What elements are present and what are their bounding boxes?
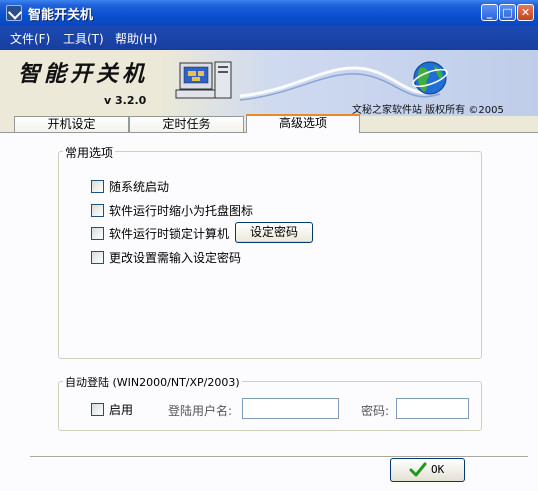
checkbox[interactable] (91, 203, 104, 217)
checkmark-icon (409, 462, 427, 477)
checkbox[interactable] (91, 402, 104, 416)
banner: 智能开关机 v 3.2.0 文秘之家软件站 版权所有 ©2005 (0, 50, 538, 116)
password-input[interactable] (396, 398, 469, 419)
menu-file[interactable]: 文件(F) (10, 30, 50, 47)
tab-advanced-options[interactable]: 高级选项 (246, 114, 360, 133)
option-start-with-system[interactable]: 随系统启动 (91, 178, 169, 194)
option-require-password[interactable]: 更改设置需输入设定密码 (91, 249, 241, 265)
auto-login-label: 自动登陆 (WIN2000/NT/XP/2003) (63, 374, 242, 390)
username-label: 登陆用户名: (168, 404, 233, 418)
auto-login-enable[interactable]: 启用 (91, 401, 133, 417)
computer-icon (175, 61, 232, 99)
option-minimize-to-tray[interactable]: 软件运行时缩小为托盘图标 (91, 202, 253, 218)
tab-boot-settings[interactable]: 开机设定 (14, 116, 129, 132)
logo-text: 智能开关机 (18, 61, 149, 87)
checkbox[interactable] (91, 226, 104, 240)
ok-label: OK (431, 463, 445, 476)
checkbox[interactable] (91, 250, 104, 264)
common-options-label: 常用选项 (63, 144, 116, 161)
menu-bar: 文件(F) 工具(T) 帮助(H) (0, 26, 538, 50)
title-bar[interactable]: 智能开关机 _ □ ✕ (0, 0, 538, 26)
menu-tools[interactable]: 工具(T) (63, 30, 104, 47)
app-icon[interactable] (6, 5, 22, 21)
minimize-icon[interactable]: _ (481, 4, 498, 21)
tab-strip: 开机设定 定时任务 高级选项 (0, 114, 538, 133)
version-label: v 3.2.0 (104, 94, 147, 107)
set-password-button[interactable]: 设定密码 (235, 222, 313, 243)
window-title: 智能开关机 (28, 8, 94, 23)
username-input[interactable] (242, 398, 339, 419)
tab-panel: 常用选项 随系统启动 软件运行时缩小为托盘图标 软件运行时锁定计算机 设定密码 … (0, 132, 538, 491)
menu-help[interactable]: 帮助(H) (115, 30, 157, 47)
maximize-icon[interactable]: □ (499, 4, 516, 21)
close-icon[interactable]: ✕ (517, 4, 534, 21)
globe-icon (412, 61, 448, 95)
password-label: 密码: (361, 404, 390, 418)
checkbox[interactable] (91, 179, 104, 193)
tab-scheduled-tasks[interactable]: 定时任务 (129, 116, 244, 132)
credits-label: 文秘之家软件站 版权所有 ©2005 (352, 105, 504, 116)
option-lock-computer[interactable]: 软件运行时锁定计算机 (91, 225, 229, 241)
ok-button[interactable]: OK (390, 458, 465, 482)
